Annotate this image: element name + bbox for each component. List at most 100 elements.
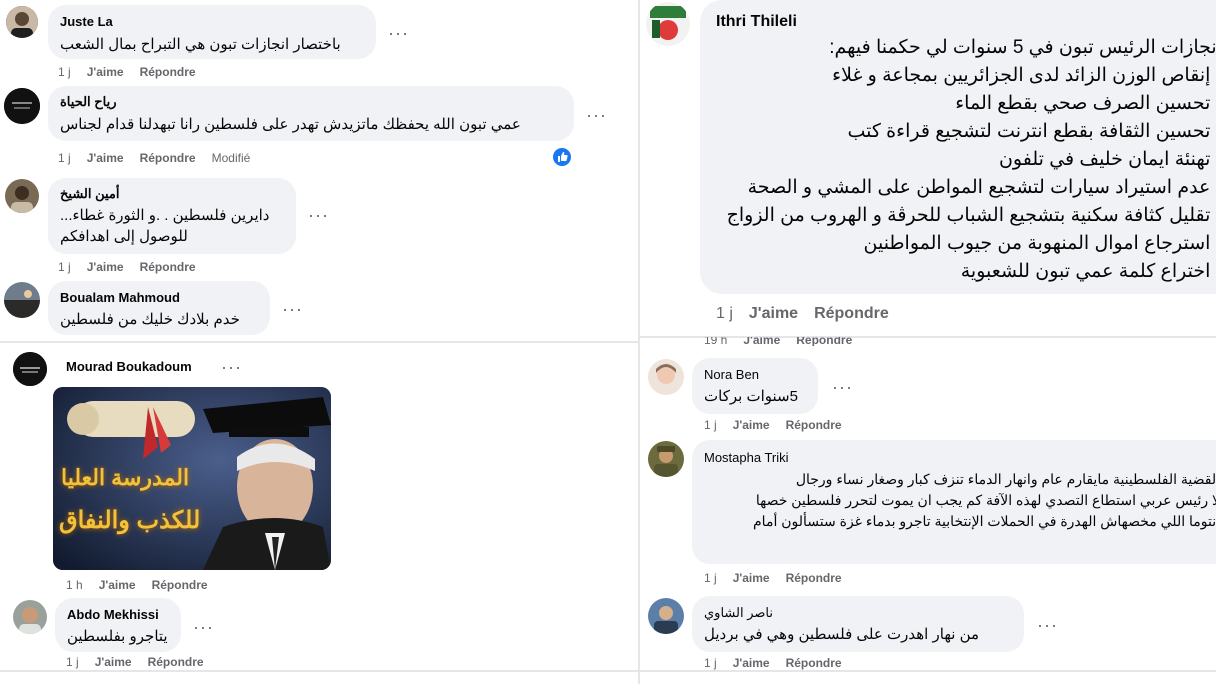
comment-author[interactable]: أمين الشيخ — [60, 186, 120, 202]
comment-actions: 1 j J'aime Répondre — [58, 65, 212, 79]
more-options-icon[interactable]: ··· — [832, 378, 853, 396]
reply-button[interactable]: Répondre — [814, 305, 889, 322]
comment-author[interactable]: Juste La — [60, 14, 113, 29]
comment-actions: 1 j J'aime Répondre Modifié — [58, 151, 266, 165]
comment-bubble: رياح الحياة عمي تبون الله يحفظك ماتزيدش … — [48, 86, 574, 141]
comment-text: 5سنوات بركات — [704, 388, 798, 405]
more-options-icon[interactable]: ··· — [1037, 616, 1058, 634]
comment-line: - تهنئة ايمان خليف في تلفون — [998, 149, 1216, 170]
like-button[interactable]: J'aime — [733, 656, 770, 670]
comment-author[interactable]: Ithri Thileli — [716, 13, 797, 31]
left-comments-panel: Juste La باختصار انجازات تبون هي التبراح… — [0, 0, 640, 684]
comment-text-block: انجازات الرئيس تبون في 5 سنوات لي حكمنا … — [700, 36, 1216, 286]
comment-time[interactable]: 1 j — [58, 151, 71, 165]
like-button[interactable]: J'aime — [733, 418, 770, 432]
comment-author[interactable]: Mourad Boukadoum — [66, 359, 192, 374]
more-options-icon[interactable]: ··· — [221, 358, 242, 376]
comment-time[interactable]: 1 j — [704, 571, 717, 585]
reply-button[interactable]: Répondre — [140, 151, 196, 165]
comment-text: باختصار انجازات تبون هي التبراح بمال الش… — [60, 36, 341, 53]
profile-photo-icon — [13, 600, 47, 634]
comment-text: يتاجرو بفلسطين — [67, 628, 168, 645]
comment-time[interactable]: 1 j — [704, 656, 717, 670]
comment-actions: 1 j J'aime Répondre — [58, 260, 212, 274]
profile-photo-icon — [5, 179, 39, 213]
crop-separator — [0, 341, 640, 343]
reply-button[interactable]: Répondre — [786, 656, 842, 670]
more-options-icon[interactable]: ··· — [388, 24, 409, 42]
more-options-icon[interactable]: ··· — [282, 300, 303, 318]
like-button[interactable]: J'aime — [743, 337, 780, 346]
more-options-icon[interactable]: ··· — [308, 206, 329, 224]
avatar[interactable] — [13, 600, 47, 634]
comment-bubble: أمين الشيخ دايرين فلسطين . .و الثورة غطا… — [48, 178, 296, 254]
reply-button[interactable]: Répondre — [152, 578, 208, 592]
like-reaction-icon[interactable] — [553, 148, 571, 166]
comment-time[interactable]: 1 j — [704, 418, 717, 432]
image-caption: المدرسة العليا — [61, 465, 190, 490]
avatar[interactable] — [648, 359, 684, 395]
avatar[interactable] — [5, 179, 39, 213]
comment-actions: 1 j J'aime Répondre — [716, 305, 905, 323]
like-button[interactable]: J'aime — [99, 578, 136, 592]
like-button[interactable]: J'aime — [87, 151, 124, 165]
comment-image[interactable]: المدرسة العليا للكذب والنفاق — [53, 387, 331, 570]
comment-author[interactable]: رياح الحياة — [60, 94, 117, 110]
comment-text: خدم بلادك خليك من فلسطين — [60, 311, 240, 328]
avatar[interactable] — [4, 282, 40, 318]
like-button[interactable]: J'aime — [87, 65, 124, 79]
like-button[interactable]: J'aime — [749, 305, 798, 322]
comment-line: - اختراع كلمة عمي تبون للشعبوية — [960, 261, 1216, 282]
comment-text: دايرين فلسطين . .و الثورة غطاء... — [60, 207, 270, 224]
profile-photo-icon — [648, 598, 684, 634]
comment-time[interactable]: 1 j — [716, 305, 733, 322]
comment-time[interactable]: 1 j — [58, 65, 71, 79]
edited-label: Modifié — [211, 151, 251, 165]
comment-actions: 19 h J'aime Répondre — [704, 337, 868, 346]
more-options-icon[interactable]: ··· — [586, 106, 607, 124]
comment-actions: 1 j J'aime Répondre — [704, 418, 858, 432]
comment-bubble: Boualam Mahmoud خدم بلادك خليك من فلسطين — [48, 281, 270, 335]
reply-button[interactable]: Répondre — [148, 655, 204, 669]
comment-author[interactable]: Abdo Mekhissi — [67, 607, 159, 622]
comment-line: لا رئيس عربي استطاع التصدي لهذه الآفة كم… — [755, 492, 1216, 508]
comment-author[interactable]: Boualam Mahmoud — [60, 290, 180, 305]
more-options-icon[interactable]: ··· — [193, 618, 214, 636]
like-button[interactable]: J'aime — [95, 655, 132, 669]
reply-button[interactable]: Répondre — [140, 260, 196, 274]
comment-time[interactable]: 1 j — [66, 655, 79, 669]
profile-photo-icon — [4, 88, 40, 124]
avatar[interactable] — [13, 352, 47, 386]
image-caption: للكذب والنفاق — [59, 507, 201, 534]
comment-actions: 1 h J'aime Répondre — [66, 578, 224, 592]
comment-line: انجازات الرئيس تبون في 5 سنوات لي حكمنا … — [829, 37, 1216, 58]
reply-button[interactable]: Répondre — [786, 418, 842, 432]
avatar[interactable] — [646, 2, 690, 46]
comment-author[interactable]: Mostapha Triki — [704, 450, 789, 465]
reply-button[interactable]: Répondre — [786, 571, 842, 585]
comment-time[interactable]: 1 h — [66, 578, 83, 592]
comment-author[interactable]: ناصر الشاوي — [704, 605, 773, 621]
reply-button[interactable]: Répondre — [796, 337, 852, 346]
comment-actions: 1 j J'aime Répondre — [66, 655, 220, 669]
comment-bubble: Juste La باختصار انجازات تبون هي التبراح… — [48, 5, 376, 59]
like-button[interactable]: J'aime — [733, 571, 770, 585]
comment-line: - تحسين الثقافة بقطع انترنت لتشجيع قراءة… — [847, 121, 1216, 142]
comment-author[interactable]: Nora Ben — [704, 367, 759, 382]
profile-photo-icon — [648, 359, 684, 395]
avatar[interactable] — [6, 6, 38, 38]
comment-bubble: ناصر الشاوي من نهار اهدرت على فلسطين وهي… — [692, 596, 1024, 652]
crop-separator — [0, 670, 640, 672]
like-button[interactable]: J'aime — [87, 260, 124, 274]
reply-button[interactable]: Répondre — [140, 65, 196, 79]
comment-time[interactable]: 19 h — [704, 337, 727, 346]
avatar[interactable] — [648, 441, 684, 477]
comment-time[interactable]: 1 j — [58, 260, 71, 274]
profile-photo-icon — [648, 441, 684, 477]
avatar[interactable] — [4, 88, 40, 124]
profile-photo-icon — [13, 352, 47, 386]
avatar[interactable] — [648, 598, 684, 634]
comment-text: عمي تبون الله يحفظك ماتزيدش تهدر على فلس… — [60, 116, 521, 133]
comment-line: انتوما اللي مخصهاش الهدرة في الحملات الإ… — [753, 513, 1216, 529]
comment-bubble: Mostapha Triki القضية الفلسطينية مايقارم… — [692, 440, 1216, 564]
